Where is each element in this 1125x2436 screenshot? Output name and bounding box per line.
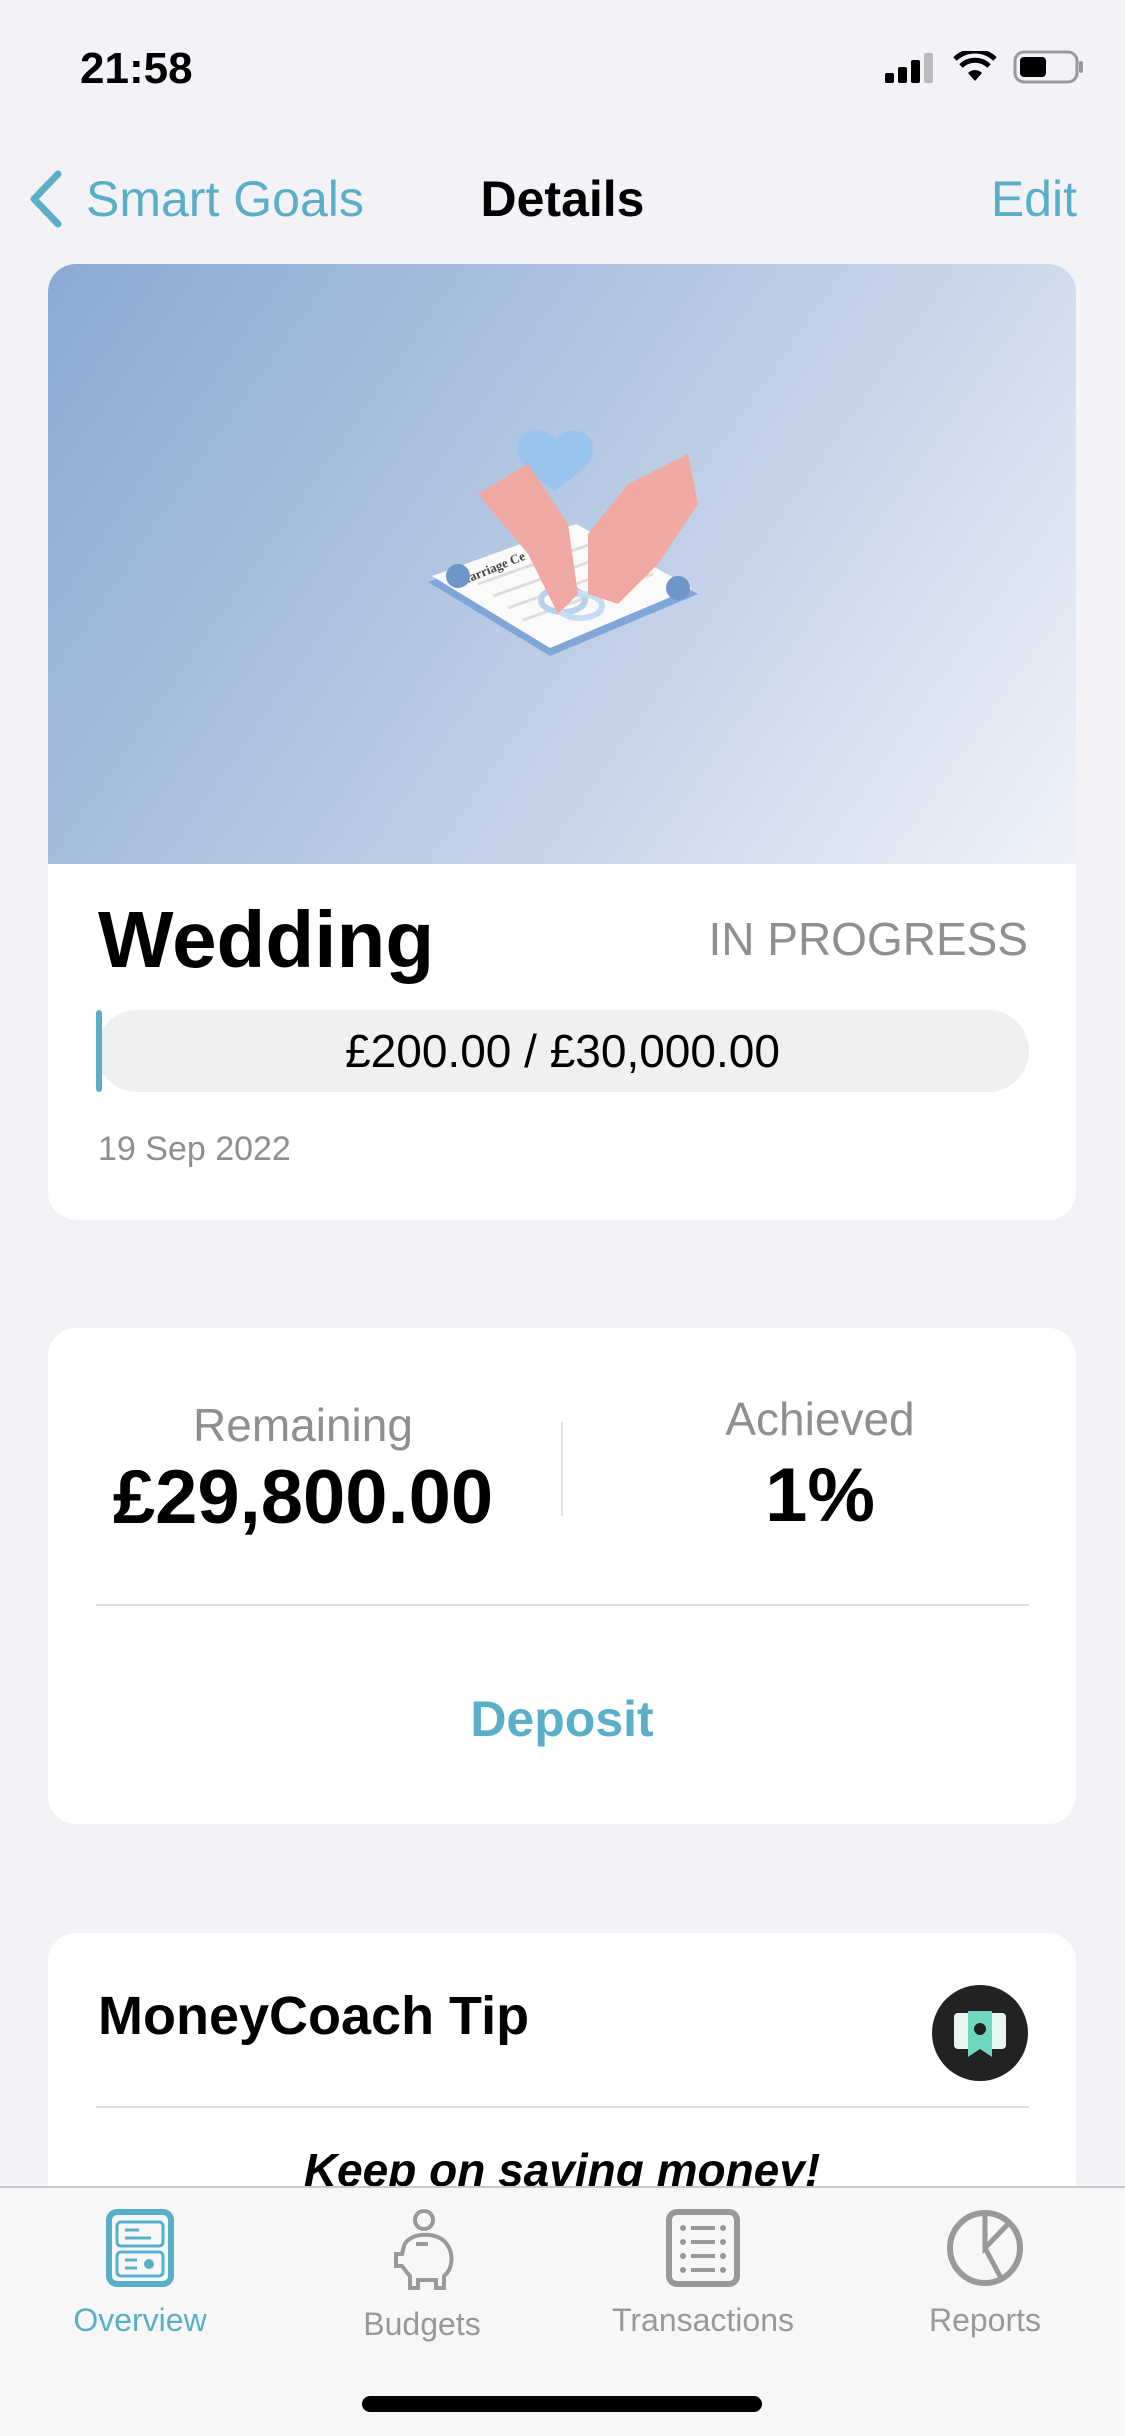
remaining-value: £29,800.00 (112, 1455, 494, 1540)
piggy-bank-icon (394, 2209, 454, 2290)
tab-label: Budgets (363, 2306, 481, 2342)
divider (96, 1604, 1029, 1606)
pie-chart-icon (947, 2210, 1023, 2286)
divider (96, 2106, 1029, 2108)
tab-label: Reports (928, 2302, 1042, 2338)
home-indicator (362, 2396, 762, 2412)
goal-status: IN PROGRESS (708, 913, 1028, 965)
goal-name: Wedding (98, 895, 435, 984)
wifi-icon (953, 51, 997, 81)
badge-icon (932, 1985, 1028, 2081)
signal-icon (885, 53, 933, 83)
overview-icon (106, 2209, 174, 2287)
tip-title: MoneyCoach Tip (98, 1986, 530, 2046)
edit-button[interactable]: Edit (991, 170, 1077, 228)
wedding-illustration: Marriage Ce (428, 430, 698, 656)
tab-reports[interactable]: Reports (845, 2208, 1125, 2339)
list-icon (666, 2209, 740, 2287)
stat-divider (561, 1422, 563, 1516)
tab-budgets[interactable]: Budgets (282, 2208, 562, 2343)
goal-illustration: Marriage Ce (48, 264, 1076, 864)
status-icons (885, 50, 1085, 84)
achieved-value: 1% (765, 1453, 875, 1538)
goal-date: 19 Sep 2022 (98, 1130, 291, 1168)
tab-transactions[interactable]: Transactions (563, 2208, 843, 2339)
remaining-label: Remaining (193, 1399, 413, 1451)
battery-icon (1013, 50, 1083, 84)
tab-label: Overview (73, 2302, 207, 2338)
tab-label: Transactions (612, 2302, 794, 2338)
achieved-label: Achieved (725, 1393, 915, 1445)
deposit-button[interactable]: Deposit (48, 1690, 1076, 1748)
progress-text: £200.00 / £30,000.00 (345, 1025, 780, 1077)
goal-card: Marriage Ce Wedding IN PROGRESS £200.00 … (48, 264, 1076, 1220)
goal-progress-bar: £200.00 / £30,000.00 (96, 1010, 1029, 1092)
page-title: Details (480, 171, 645, 227)
summary-card: Remaining £29,800.00 Achieved 1% Deposit (48, 1328, 1076, 1824)
tab-overview[interactable]: Overview (0, 2208, 280, 2339)
status-time: 21:58 (80, 44, 193, 93)
